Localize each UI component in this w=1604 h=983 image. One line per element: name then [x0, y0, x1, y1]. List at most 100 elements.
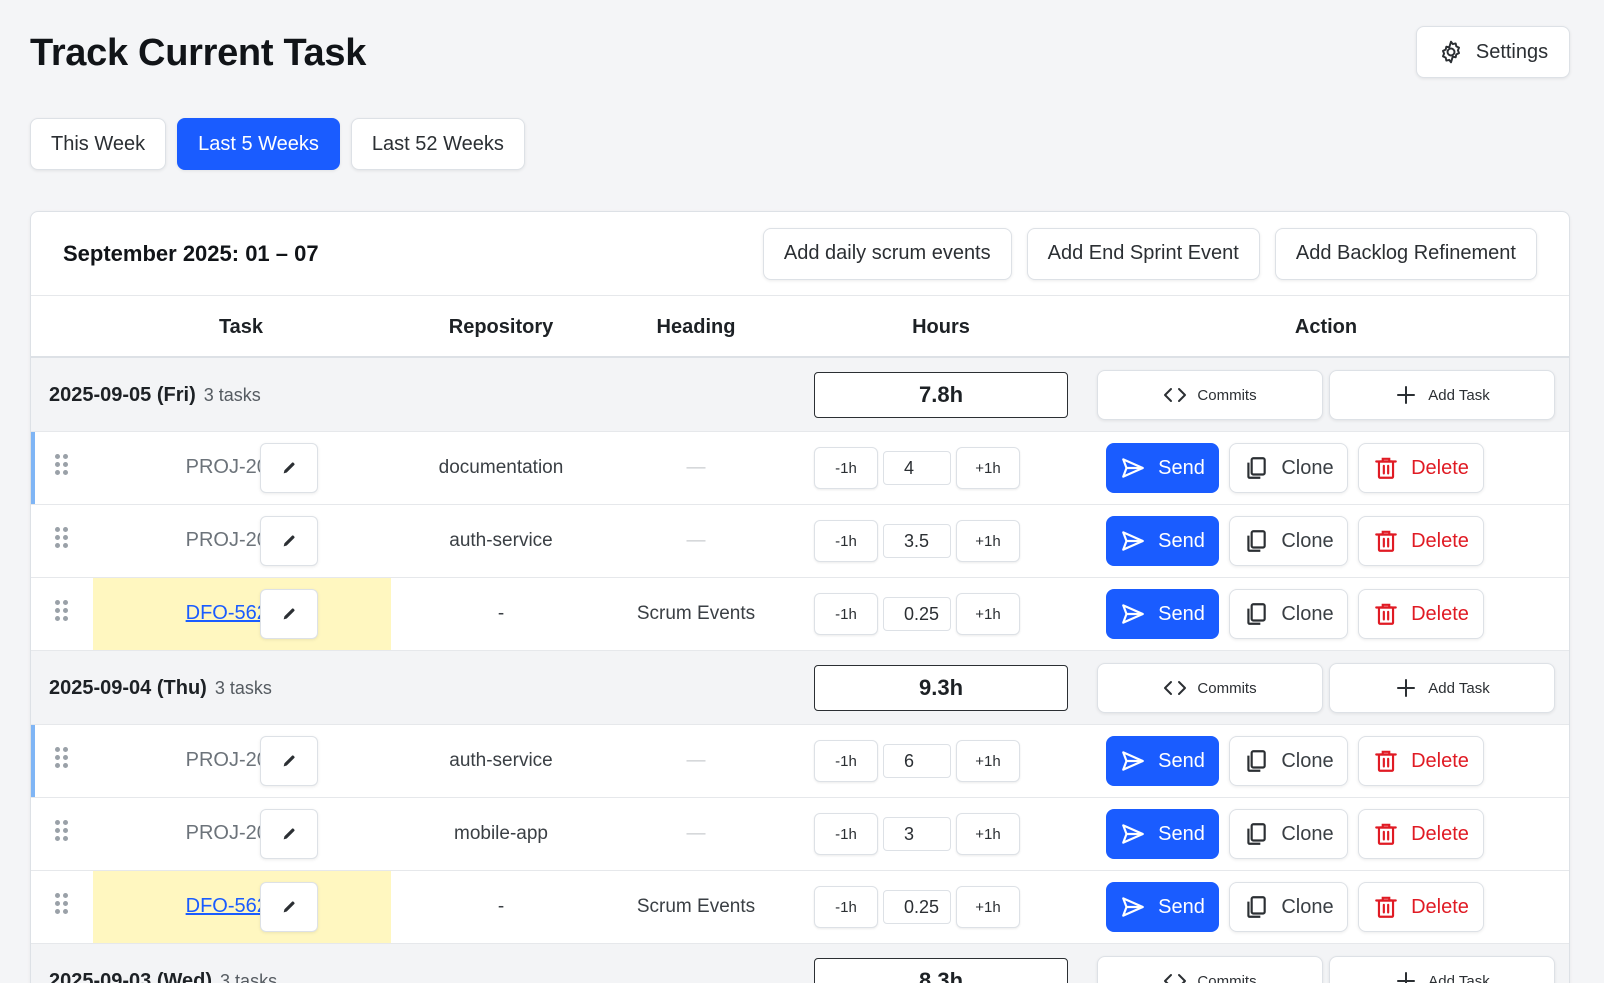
task-heading: — [686, 530, 706, 551]
edit-task-button[interactable] [260, 589, 318, 639]
drag-handle-icon[interactable] [55, 454, 71, 480]
code-icon [1164, 974, 1187, 983]
code-icon [1164, 681, 1187, 695]
clone-button[interactable]: Clone [1229, 589, 1348, 639]
commits-label: Commits [1197, 386, 1257, 404]
send-icon [1122, 751, 1144, 771]
table-row: PROJ-207 auth-service — -1h 6 +1h Send C… [31, 725, 1569, 798]
hours-decrement-button[interactable]: -1h [814, 886, 878, 928]
day-date: 2025-09-05 (Fri) 3 tasks [49, 384, 261, 406]
drag-handle-icon[interactable] [55, 527, 71, 553]
pencil-icon [283, 901, 295, 913]
hours-increment-button[interactable]: +1h [956, 886, 1020, 928]
commits-button[interactable]: Commits [1097, 956, 1323, 983]
drag-handle-icon[interactable] [55, 600, 71, 626]
clone-label: Clone [1281, 749, 1334, 772]
delete-button[interactable]: Delete [1358, 589, 1484, 639]
clone-button[interactable]: Clone [1229, 736, 1348, 786]
commits-button[interactable]: Commits [1097, 663, 1323, 713]
send-label: Send [1158, 602, 1205, 625]
edit-task-button[interactable] [260, 516, 318, 566]
tab-last-5-weeks[interactable]: Last 5 Weeks [177, 118, 340, 170]
column-heading: Heading [656, 315, 736, 338]
commits-label: Commits [1197, 679, 1257, 697]
clone-button[interactable]: Clone [1229, 809, 1348, 859]
hours-decrement-button[interactable]: -1h [814, 740, 878, 782]
hours-increment-button[interactable]: +1h [956, 447, 1020, 489]
delete-label: Delete [1411, 602, 1469, 625]
copy-icon [1247, 457, 1267, 479]
send-button[interactable]: Send [1106, 809, 1219, 859]
add-task-button[interactable]: Add Task [1329, 956, 1555, 983]
send-button[interactable]: Send [1106, 516, 1219, 566]
send-button[interactable]: Send [1106, 882, 1219, 932]
hours-decrement-button[interactable]: -1h [814, 593, 878, 635]
add-end-sprint-button[interactable]: Add End Sprint Event [1026, 227, 1260, 280]
hours-decrement-button[interactable]: -1h [814, 520, 878, 562]
tab-last-52-weeks[interactable]: Last 52 Weeks [350, 118, 525, 170]
copy-icon [1247, 530, 1267, 552]
send-button[interactable]: Send [1106, 443, 1219, 493]
drag-handle-icon[interactable] [55, 747, 71, 773]
add-task-button[interactable]: Add Task [1329, 663, 1555, 713]
add-daily-scrum-button[interactable]: Add daily scrum events [762, 227, 1012, 280]
hours-increment-button[interactable]: +1h [956, 593, 1020, 635]
day-task-count: 3 tasks [220, 971, 278, 983]
hours-increment-button[interactable]: +1h [956, 813, 1020, 855]
hours-input[interactable]: 0.25 [883, 597, 951, 631]
column-action: Action [1294, 315, 1358, 338]
day-total-hours: 9.3h [814, 665, 1068, 711]
drag-handle-icon[interactable] [55, 820, 71, 846]
commits-button[interactable]: Commits [1097, 370, 1323, 420]
clone-button[interactable]: Clone [1229, 443, 1348, 493]
add-task-label: Add Task [1428, 679, 1490, 697]
send-icon [1122, 458, 1144, 478]
drag-handle-icon[interactable] [55, 893, 71, 919]
clone-button[interactable]: Clone [1229, 516, 1348, 566]
gear-icon [1441, 40, 1460, 64]
day-group-header: 2025-09-04 (Thu) 3 tasks 9.3h Commits Add… [31, 651, 1569, 725]
trash-icon [1375, 896, 1397, 918]
hours-decrement-button[interactable]: -1h [814, 447, 878, 489]
copy-icon [1247, 603, 1267, 625]
send-icon [1122, 897, 1144, 917]
trash-icon [1375, 823, 1397, 845]
hours-increment-button[interactable]: +1h [956, 740, 1020, 782]
settings-button[interactable]: Settings [1416, 26, 1570, 78]
send-label: Send [1158, 456, 1205, 479]
hours-input[interactable]: 4 [883, 451, 951, 485]
send-button[interactable]: Send [1106, 736, 1219, 786]
task-repository: - [497, 896, 505, 917]
column-repository: Repository [448, 315, 554, 338]
add-backlog-refinement-button[interactable]: Add Backlog Refinement [1274, 227, 1537, 280]
plus-icon [1397, 386, 1416, 404]
edit-task-button[interactable] [260, 443, 318, 493]
hours-input[interactable]: 3.5 [883, 524, 951, 558]
delete-button[interactable]: Delete [1358, 443, 1484, 493]
hours-input[interactable]: 0.25 [883, 890, 951, 924]
add-task-label: Add Task [1428, 972, 1490, 983]
delete-label: Delete [1411, 822, 1469, 845]
edit-task-button[interactable] [260, 809, 318, 859]
add-task-button[interactable]: Add Task [1329, 370, 1555, 420]
tab-this-week[interactable]: This Week [30, 118, 167, 170]
send-label: Send [1158, 749, 1205, 772]
pencil-icon [283, 828, 295, 840]
edit-task-button[interactable] [260, 882, 318, 932]
pencil-icon [283, 755, 295, 767]
hours-decrement-button[interactable]: -1h [814, 813, 878, 855]
clone-button[interactable]: Clone [1229, 882, 1348, 932]
task-heading: — [686, 823, 706, 844]
task-repository: documentation [438, 457, 564, 478]
send-button[interactable]: Send [1106, 589, 1219, 639]
delete-button[interactable]: Delete [1358, 882, 1484, 932]
copy-icon [1247, 750, 1267, 772]
hours-input[interactable]: 6 [883, 744, 951, 778]
delete-button[interactable]: Delete [1358, 736, 1484, 786]
clone-label: Clone [1281, 602, 1334, 625]
hours-increment-button[interactable]: +1h [956, 520, 1020, 562]
edit-task-button[interactable] [260, 736, 318, 786]
delete-button[interactable]: Delete [1358, 809, 1484, 859]
hours-input[interactable]: 3 [883, 817, 951, 851]
delete-button[interactable]: Delete [1358, 516, 1484, 566]
